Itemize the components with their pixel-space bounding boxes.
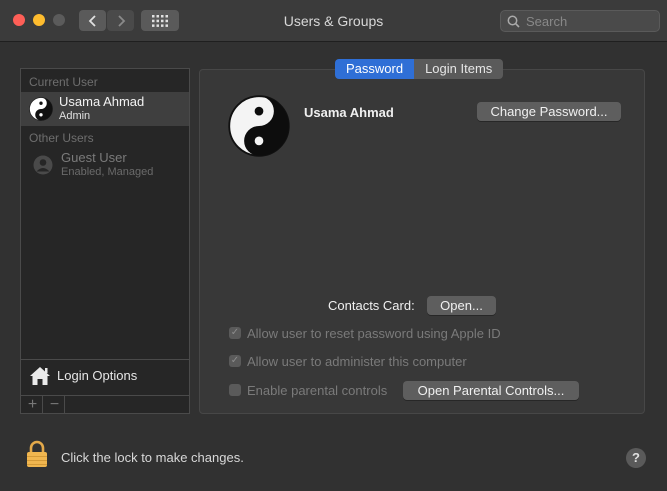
detail-user-name: Usama Ahmad	[304, 105, 394, 120]
current-user-header: Current User	[29, 75, 98, 89]
tab-password[interactable]: Password	[335, 59, 414, 79]
users-sidebar: Current User Usama Ahmad Admin Other Use…	[20, 68, 190, 414]
parental-controls-label: Enable parental controls	[247, 383, 387, 398]
detail-tabs: Password Login Items	[335, 59, 503, 79]
yin-yang-avatar-icon	[29, 97, 53, 121]
guest-user-name: Guest User	[61, 150, 127, 165]
login-options-item[interactable]: Login Options	[21, 360, 189, 394]
house-icon	[29, 365, 51, 387]
current-user-name: Usama Ahmad	[59, 94, 144, 109]
help-button[interactable]: ?	[626, 448, 646, 468]
lock-icon[interactable]	[26, 440, 48, 468]
reset-password-checkbox[interactable]: ✓	[229, 327, 241, 339]
add-user-button[interactable]: +	[23, 396, 43, 413]
reset-password-label: Allow user to reset password using Apple…	[247, 326, 501, 341]
lock-message: Click the lock to make changes.	[61, 450, 244, 465]
change-password-button[interactable]: Change Password...	[477, 102, 621, 121]
tab-login-items[interactable]: Login Items	[414, 59, 503, 79]
open-parental-controls-button[interactable]: Open Parental Controls...	[403, 381, 579, 400]
contacts-card-label: Contacts Card:	[328, 298, 415, 313]
current-user-role: Admin	[59, 110, 90, 122]
sidebar-item-guest-user[interactable]: Guest User Enabled, Managed	[21, 148, 189, 182]
search-field[interactable]	[500, 10, 660, 32]
search-icon	[507, 15, 520, 28]
administer-label: Allow user to administer this computer	[247, 354, 467, 369]
sidebar-item-current-user[interactable]: Usama Ahmad Admin	[21, 92, 189, 126]
login-options-label: Login Options	[57, 368, 137, 383]
users-groups-window: Users & Groups Current User Usama Ahmad …	[0, 0, 667, 491]
search-input[interactable]	[524, 13, 653, 30]
title-bar: Users & Groups	[0, 0, 667, 42]
guest-user-icon	[33, 155, 53, 175]
parental-controls-checkbox[interactable]	[229, 384, 241, 396]
parental-controls-option: Enable parental controls	[229, 382, 387, 398]
other-users-header: Other Users	[29, 131, 94, 145]
reset-password-option: ✓ Allow user to reset password using App…	[229, 325, 501, 341]
administer-option: ✓ Allow user to administer this computer	[229, 353, 467, 369]
remove-user-button[interactable]: −	[45, 396, 65, 413]
yin-yang-user-picture-icon[interactable]	[228, 95, 290, 157]
guest-user-status: Enabled, Managed	[61, 166, 153, 178]
administer-checkbox[interactable]: ✓	[229, 355, 241, 367]
contacts-open-button[interactable]: Open...	[427, 296, 496, 315]
